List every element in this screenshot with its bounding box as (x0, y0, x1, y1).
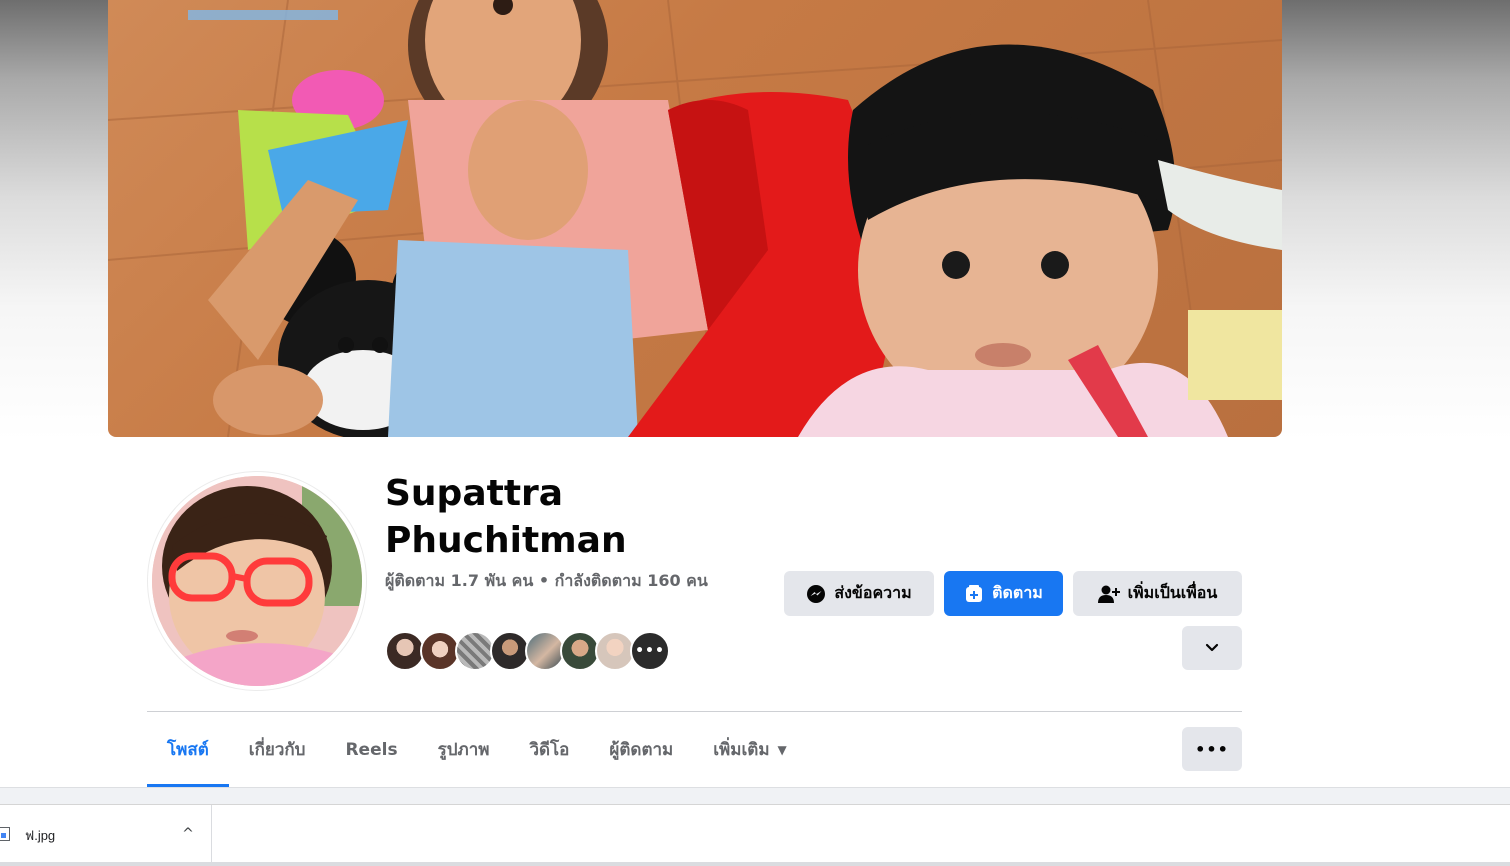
chevron-down-icon (1205, 643, 1219, 652)
follow-label: ติดตาม (992, 583, 1043, 602)
more-options-icon: ••• (1195, 739, 1229, 759)
follower-stats[interactable]: ผู้ติดตาม 1.7 พัน คน • กำลังติดตาม 160 ค… (385, 568, 725, 593)
expand-button[interactable] (1182, 626, 1242, 670)
messenger-icon (807, 584, 826, 603)
send-message-button[interactable]: ส่งข้อความ (784, 571, 934, 616)
add-friend-icon (1097, 585, 1120, 603)
friend-avatar[interactable] (525, 631, 565, 671)
window-bottom-edge (0, 862, 1510, 866)
image-file-icon (0, 827, 10, 841)
download-item[interactable]: ฟ.jpg ^ (0, 805, 212, 866)
follow-button[interactable]: ติดตาม (944, 571, 1063, 616)
friend-avatar[interactable] (490, 631, 530, 671)
cover-photo[interactable] (108, 0, 1282, 437)
tab-followers[interactable]: ผู้ติดตาม (589, 712, 693, 787)
tab-posts[interactable]: โพสต์ (147, 712, 229, 787)
add-friend-button[interactable]: เพิ่มเป็นเพื่อน (1073, 571, 1242, 616)
friend-avatar[interactable] (420, 631, 460, 671)
more-friends-button[interactable]: ••• (630, 631, 670, 671)
download-bar: ฟ.jpg ^ (0, 804, 1510, 866)
send-message-label: ส่งข้อความ (834, 583, 912, 602)
add-friend-label: เพิ่มเป็นเพื่อน (1127, 583, 1218, 602)
tab-reels[interactable]: Reels (325, 712, 417, 787)
follow-icon (966, 584, 983, 602)
more-options-button[interactable]: ••• (1182, 727, 1242, 771)
friend-avatar[interactable] (560, 631, 600, 671)
profile-picture[interactable] (148, 472, 366, 690)
friend-avatar[interactable] (595, 631, 635, 671)
friend-avatars: ••• (385, 631, 670, 671)
page-content-edge (0, 787, 1510, 804)
caret-down-icon: ▼ (777, 742, 787, 757)
profile-tabs: โพสต์ เกี่ยวกับ Reels รูปภาพ วิดีโอ ผู้ต… (147, 712, 807, 787)
profile-name: Supattra Phuchitman (385, 473, 627, 561)
tab-photos[interactable]: รูปภาพ (418, 712, 510, 787)
tab-more[interactable]: เพิ่มเติม ▼ (693, 712, 807, 787)
download-file-name: ฟ.jpg (25, 828, 56, 843)
tab-about[interactable]: เกี่ยวกับ (229, 712, 326, 787)
friend-avatar[interactable] (385, 631, 425, 671)
chevron-up-icon[interactable]: ^ (180, 825, 196, 843)
tab-videos[interactable]: วิดีโอ (509, 712, 589, 787)
friend-avatar[interactable] (455, 631, 495, 671)
